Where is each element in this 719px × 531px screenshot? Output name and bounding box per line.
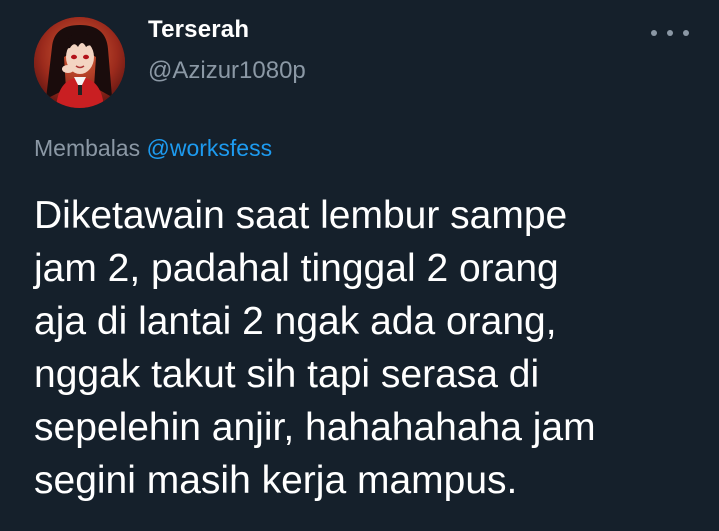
avatar[interactable] [34, 17, 125, 108]
display-name[interactable]: Terserah [148, 16, 249, 44]
user-handle[interactable]: @Azizur1080p [148, 57, 306, 85]
tweet-card: Terserah @Azizur1080p Membalas @worksfes… [0, 0, 719, 531]
more-options-icon[interactable] [651, 20, 689, 46]
more-dot [667, 30, 673, 36]
more-dot [683, 30, 689, 36]
reply-context: Membalas @worksfess [34, 135, 272, 162]
tweet-text: Diketawain saat lembur sampe jam 2, pada… [34, 194, 596, 502]
more-dot [651, 30, 657, 36]
reply-prefix: Membalas [34, 135, 141, 161]
avatar-image [34, 17, 125, 108]
reply-target-link[interactable]: @worksfess [147, 135, 273, 161]
